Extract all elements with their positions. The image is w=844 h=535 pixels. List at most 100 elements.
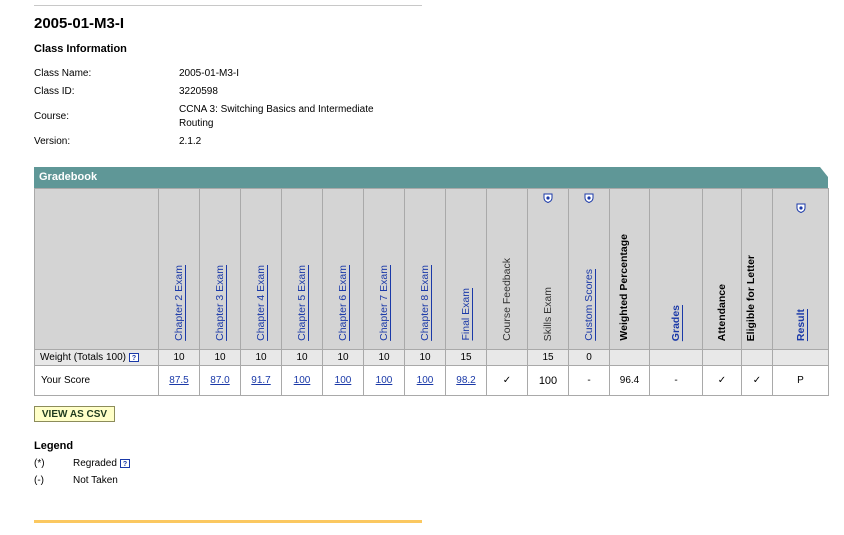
header-blank-cell <box>34 188 159 350</box>
score-link[interactable]: 100 <box>335 375 352 386</box>
score-cell[interactable]: 100 <box>322 365 364 396</box>
col-header-label: Weighted Percentage <box>617 234 630 341</box>
weight-cell: 10 <box>363 349 405 366</box>
col-header-label: Skills Exam <box>542 286 554 341</box>
score-row-label: Your Score <box>34 365 159 396</box>
col-header-link[interactable]: Chapter 4 Exam <box>255 265 267 341</box>
weight-cell: 10 <box>404 349 446 366</box>
score-link[interactable]: 87.0 <box>210 375 229 386</box>
col-header[interactable]: Chapter 8 Exam <box>404 188 446 350</box>
shield-icon <box>796 203 805 213</box>
weight-cell <box>609 349 650 366</box>
score-cell[interactable]: 91.7 <box>240 365 282 396</box>
info-value: 2005-01-M3-I <box>179 68 240 79</box>
legend-desc: Regraded <box>73 458 117 469</box>
col-header-label: Course Feedback <box>501 258 513 341</box>
score-cell: P <box>772 365 829 396</box>
col-header-label: Eligible for Letter <box>745 254 757 341</box>
info-label: Version: <box>34 136 71 147</box>
col-header-link[interactable]: Chapter 6 Exam <box>337 265 349 341</box>
col-header-link[interactable]: Chapter 8 Exam <box>419 265 431 341</box>
weight-cell: 10 <box>322 349 364 366</box>
col-header-link[interactable]: Chapter 5 Exam <box>296 265 308 341</box>
col-header-label: Attendance <box>716 283 728 341</box>
weight-row: Weight (Totals 100)? 10 10 10 10 10 10 1… <box>34 349 829 366</box>
col-header[interactable]: Chapter 4 Exam <box>240 188 282 350</box>
check-icon: ✓ <box>486 365 528 396</box>
legend-symbol: (-) <box>34 475 44 486</box>
legend-title: Legend <box>34 440 74 452</box>
col-header: Course Feedback <box>486 188 528 350</box>
col-header-link[interactable]: Final Exam <box>460 288 472 341</box>
score-cell: - <box>649 365 703 396</box>
info-label: Class Name: <box>34 68 92 79</box>
score-link[interactable]: 87.5 <box>169 375 188 386</box>
shield-icon <box>543 193 553 203</box>
info-value: 2.1.2 <box>179 136 202 147</box>
score-cell[interactable]: 87.5 <box>158 365 200 396</box>
col-header[interactable]: Chapter 2 Exam <box>158 188 200 350</box>
score-cell: - <box>568 365 610 396</box>
col-header[interactable]: Chapter 3 Exam <box>199 188 241 350</box>
score-cell[interactable]: 100 <box>404 365 446 396</box>
col-header-link[interactable]: Result <box>795 309 807 341</box>
col-header-link[interactable]: Chapter 7 Exam <box>378 265 390 341</box>
class-info-title: Class Information <box>34 43 127 55</box>
help-icon[interactable]: ? <box>128 352 139 362</box>
gradebook-header: Gradebook <box>34 167 828 188</box>
help-icon: ? <box>119 458 130 468</box>
legend-symbol: (*) <box>34 458 45 469</box>
check-icon: ✓ <box>702 365 742 396</box>
col-header-link[interactable]: Custom Scores <box>583 269 595 341</box>
weight-cell <box>486 349 528 366</box>
score-cell: 96.4 <box>609 365 650 396</box>
info-label: Course: <box>34 111 70 122</box>
check-icon: ✓ <box>741 365 773 396</box>
score-link[interactable]: 100 <box>376 375 393 386</box>
view-as-csv-button[interactable]: VIEW AS CSV <box>34 406 115 422</box>
weight-cell <box>702 349 742 366</box>
score-row: Your Score 87.5 87.0 91.7 100 100 100 10… <box>34 365 829 396</box>
col-header: Weighted Percentage <box>609 188 650 350</box>
weight-cell: 15 <box>527 349 569 366</box>
score-cell[interactable]: 87.0 <box>199 365 241 396</box>
info-value: CCNA 3: Switching Basics and Intermediat… <box>179 104 374 129</box>
score-link[interactable]: 91.7 <box>251 375 270 386</box>
col-header[interactable]: Final Exam <box>445 188 487 350</box>
weight-row-label: Weight (Totals 100) <box>40 352 126 363</box>
col-header-link[interactable]: Chapter 2 Exam <box>173 265 185 341</box>
col-header: Attendance <box>702 188 742 350</box>
col-header[interactable]: Chapter 7 Exam <box>363 188 405 350</box>
col-header[interactable]: Chapter 6 Exam <box>322 188 364 350</box>
col-header[interactable]: Chapter 5 Exam <box>281 188 323 350</box>
info-label: Class ID: <box>34 86 75 97</box>
score-link[interactable]: 98.2 <box>456 375 475 386</box>
weight-cell: 10 <box>158 349 200 366</box>
page-title: 2005-01-M3-I <box>34 15 125 32</box>
score-cell: 100 <box>527 365 569 396</box>
col-header[interactable]: Custom Scores <box>568 188 610 350</box>
top-divider <box>34 5 422 6</box>
col-header[interactable]: Grades <box>649 188 703 350</box>
col-header-link[interactable]: Chapter 3 Exam <box>214 265 226 341</box>
shield-icon <box>584 193 594 203</box>
weight-cell <box>772 349 829 366</box>
legend-desc-wrap: Regraded? <box>73 458 130 469</box>
column-header-row: Chapter 2 Exam Chapter 3 Exam Chapter 4 … <box>34 188 829 350</box>
col-header[interactable]: Result <box>772 188 829 350</box>
score-cell[interactable]: 100 <box>281 365 323 396</box>
legend-desc: Not Taken <box>73 475 118 486</box>
gradebook-table: Chapter 2 Exam Chapter 3 Exam Chapter 4 … <box>34 188 829 396</box>
weight-cell <box>741 349 773 366</box>
score-cell[interactable]: 100 <box>363 365 405 396</box>
weight-cell: 15 <box>445 349 487 366</box>
header-corner-notch <box>820 167 828 177</box>
weight-cell <box>649 349 703 366</box>
score-cell[interactable]: 98.2 <box>445 365 487 396</box>
weight-row-label-cell: Weight (Totals 100)? <box>34 349 159 366</box>
score-link[interactable]: 100 <box>417 375 434 386</box>
gradebook-title: Gradebook <box>39 171 98 183</box>
svg-text:?: ? <box>132 355 136 362</box>
score-link[interactable]: 100 <box>294 375 311 386</box>
col-header-link[interactable]: Grades <box>670 305 682 341</box>
